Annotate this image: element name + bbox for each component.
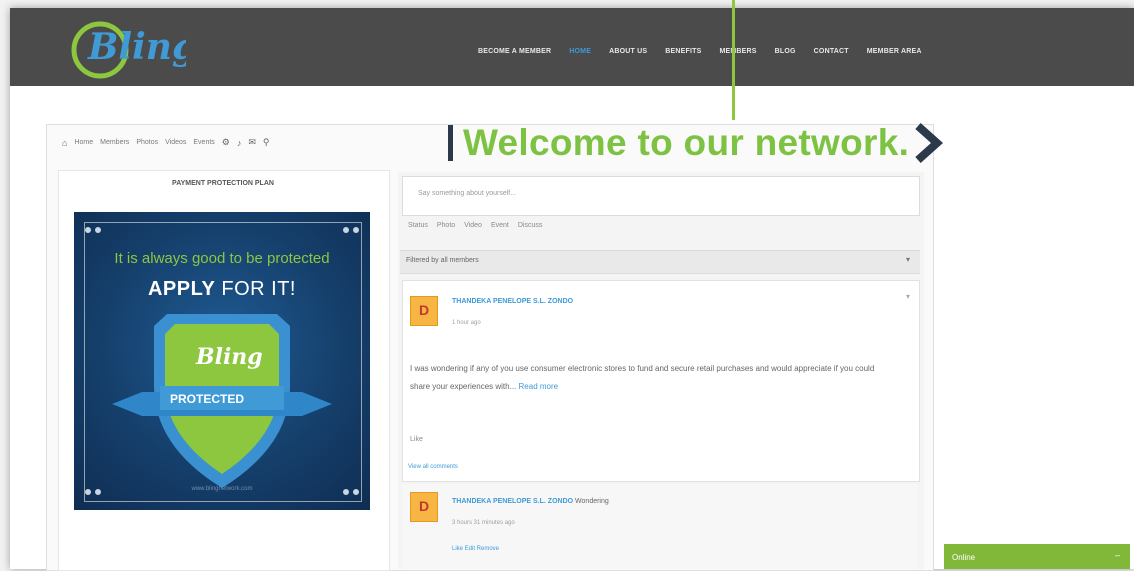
shield-icon: Bling PROTECTED: [112, 314, 332, 488]
home-icon[interactable]: ⌂: [62, 138, 67, 148]
comment-avatar[interactable]: [410, 492, 438, 522]
comment-author-name[interactable]: THANDEKA PENELOPE S.L. ZONDO: [452, 498, 573, 505]
community-subnav: ⌂ Home Members Photos Videos Events ⚙ ♪ …: [62, 137, 270, 148]
nav-contact[interactable]: CONTACT: [814, 48, 849, 55]
like-button[interactable]: Like: [410, 436, 423, 443]
chevron-down-icon[interactable]: ▾: [906, 255, 910, 264]
promo-url: www.blingnetwork.com: [191, 486, 253, 492]
welcome-banner: Welcome to our network.: [448, 122, 944, 164]
comment-text: Wondering: [575, 498, 609, 505]
nav-benefits[interactable]: BENEFITS: [665, 48, 701, 55]
site-logo[interactable]: Bling: [68, 14, 186, 80]
nav-about[interactable]: ABOUT US: [609, 48, 647, 55]
welcome-text: Welcome to our network.: [463, 122, 910, 163]
chat-bar[interactable]: Online –: [944, 544, 1130, 569]
nav-members[interactable]: MEMBERS: [719, 48, 756, 55]
logo-text: Bling: [87, 26, 186, 68]
notification-icon[interactable]: ♪: [237, 138, 242, 148]
welcome-bar: [448, 125, 453, 161]
nav-member-area[interactable]: MEMBER AREA: [867, 48, 922, 55]
mail-icon[interactable]: ✉: [248, 137, 256, 148]
action-discuss[interactable]: Discuss: [518, 222, 543, 229]
comment-time: 3 hours 31 minutes ago: [452, 520, 515, 526]
action-status[interactable]: Status: [408, 222, 428, 229]
promo-cta: APPLY FOR IT!: [74, 278, 370, 301]
chat-label: Online: [952, 553, 976, 562]
post-author[interactable]: THANDEKA PENELOPE S.L. ZONDO: [452, 298, 573, 305]
nav-become-member[interactable]: BECOME A MEMBER: [478, 48, 551, 55]
action-event[interactable]: Event: [491, 222, 509, 229]
main-nav: BECOME A MEMBER HOME ABOUT US BENEFITS M…: [478, 48, 922, 55]
promo-tagline: It is always good to be protected: [114, 250, 330, 267]
promo-rest: FOR IT!: [215, 278, 296, 300]
comment-actions[interactable]: Like Edit Remove: [452, 546, 499, 552]
chevron-right-icon: [915, 123, 944, 163]
subnav-home[interactable]: Home: [74, 139, 93, 146]
ribbon-text: PROTECTED: [170, 392, 244, 406]
sidebar-title: PAYMENT PROTECTION PLAN: [172, 180, 274, 187]
site-header: Bling BECOME A MEMBER HOME ABOUT US BENE…: [10, 8, 1134, 86]
green-guide-line: [732, 0, 735, 120]
shield-logo: Bling: [195, 344, 263, 370]
post-body: I was wondering if any of you use consum…: [410, 360, 890, 396]
comment-item: [402, 484, 918, 569]
comment-author: THANDEKA PENELOPE S.L. ZONDO Wondering: [452, 498, 609, 505]
status-placeholder: Say something about yourself...: [418, 190, 517, 197]
read-more-link[interactable]: Read more: [519, 382, 559, 391]
action-photo[interactable]: Photo: [437, 222, 455, 229]
promo-apply: APPLY: [147, 278, 216, 300]
subnav-members[interactable]: Members: [100, 139, 129, 146]
post-menu-icon[interactable]: ▾: [906, 292, 910, 301]
filter-label: Filtered by all members: [406, 257, 479, 264]
nav-home[interactable]: HOME: [569, 48, 591, 55]
action-video[interactable]: Video: [464, 222, 482, 229]
subnav-videos[interactable]: Videos: [165, 139, 186, 146]
post-time: 1 hour ago: [452, 320, 481, 326]
view-comments-link[interactable]: View all comments: [408, 464, 458, 470]
settings-icon[interactable]: ⚙: [222, 137, 230, 148]
subnav-photos[interactable]: Photos: [136, 139, 158, 146]
nav-blog[interactable]: BLOG: [775, 48, 796, 55]
chevron-up-icon[interactable]: –: [1115, 550, 1120, 560]
search-icon[interactable]: ⚲: [263, 137, 270, 148]
post-actions: Status Photo Video Event Discuss: [408, 222, 542, 229]
post-body-text: I was wondering if any of you use consum…: [410, 364, 875, 391]
avatar[interactable]: [410, 296, 438, 326]
subnav-events[interactable]: Events: [193, 139, 214, 146]
